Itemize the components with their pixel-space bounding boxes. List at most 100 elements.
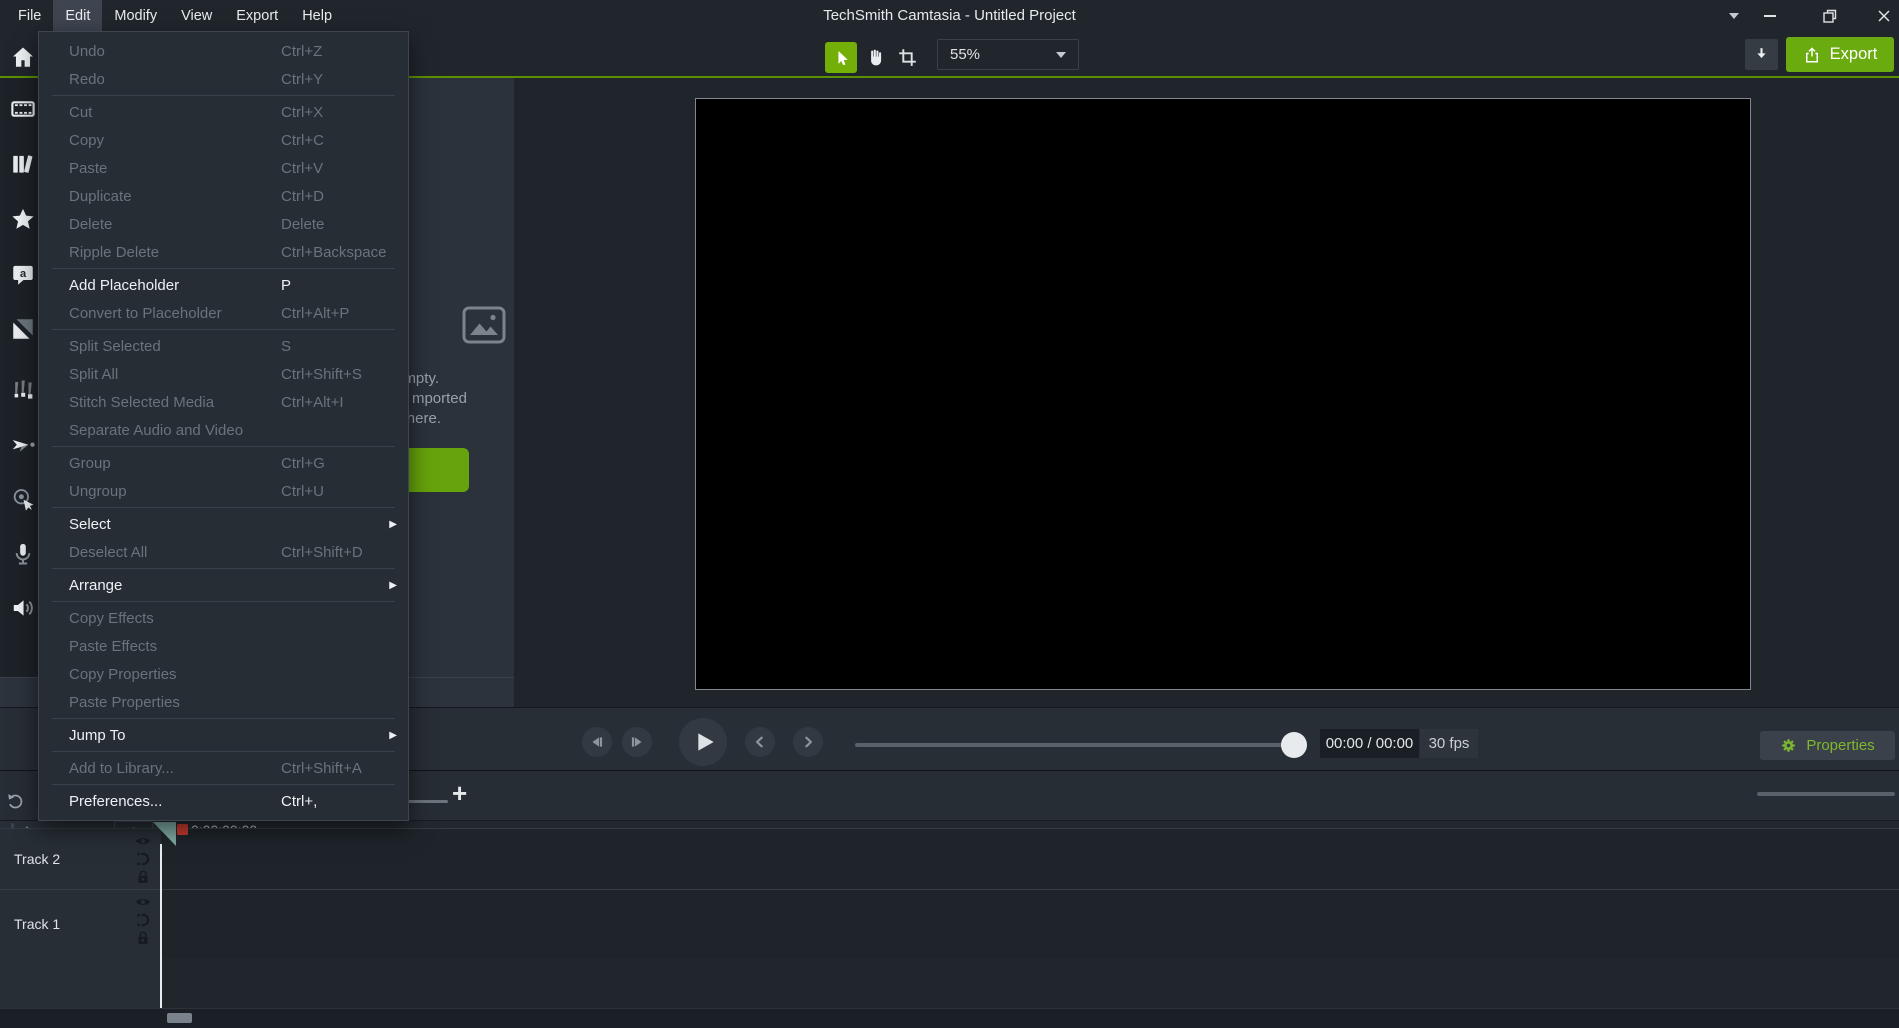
playhead-in-point-marker[interactable]: [177, 824, 188, 835]
minimize-button[interactable]: [1757, 0, 1783, 31]
playback-scrubber[interactable]: [855, 743, 1295, 747]
playhead-line[interactable]: [160, 844, 162, 1008]
sidebar-item-audio-effects[interactable]: [9, 594, 36, 621]
next-clip-button[interactable]: [793, 727, 823, 757]
titlebar-dropdown-button[interactable]: [1721, 0, 1747, 31]
prev-frame-button[interactable]: [582, 727, 612, 757]
scrubber-thumb[interactable]: [1281, 732, 1307, 758]
menu-item-shortcut: Ctrl+V: [281, 160, 323, 177]
menu-item-separate-audio-and-video: Separate Audio and Video: [39, 416, 408, 444]
restore-button[interactable]: [1817, 0, 1843, 31]
magnet-icon: [134, 850, 153, 868]
sidebar-item-animations[interactable]: [9, 432, 36, 459]
track-content-track-2[interactable]: [161, 828, 1899, 889]
menu-item-shortcut: Ctrl+Z: [281, 43, 322, 60]
menu-item-delete: DeleteDelete: [39, 210, 408, 238]
play-button[interactable]: [679, 718, 727, 766]
menu-item-paste-properties: Paste Properties: [39, 688, 408, 716]
next-frame-button[interactable]: [622, 727, 652, 757]
menu-item-arrange[interactable]: Arrange▶: [39, 571, 408, 599]
magnetic-track-button[interactable]: [134, 911, 153, 929]
menu-item-split-all: Split AllCtrl+Shift+S: [39, 360, 408, 388]
menu-item-shortcut: Ctrl+Shift+D: [281, 544, 363, 561]
fps-badge: 30 fps: [1420, 729, 1478, 758]
annotations-icon: a: [10, 261, 36, 287]
preview-canvas[interactable]: [695, 98, 1751, 690]
menu-item-label: Cut: [69, 104, 92, 121]
menu-item-label: Select: [69, 516, 111, 533]
menu-item-deselect-all: Deselect AllCtrl+Shift+D: [39, 538, 408, 566]
menubar-item-file[interactable]: File: [6, 0, 53, 31]
timeline-scrollbar-segment[interactable]: [1757, 792, 1895, 796]
close-button[interactable]: [1871, 0, 1897, 31]
menu-item-shortcut: Ctrl+Shift+S: [281, 366, 362, 383]
track-label[interactable]: Track 2: [14, 851, 60, 867]
prev-clip-button[interactable]: [745, 727, 775, 757]
menu-separator: [52, 446, 395, 447]
sidebar-item-media[interactable]: [9, 95, 36, 122]
pan-tool-button[interactable]: [859, 42, 891, 73]
menu-item-label: Preferences...: [69, 793, 162, 810]
menu-item-label: Paste Effects: [69, 638, 157, 655]
menu-item-add-to-library: Add to Library...Ctrl+Shift+A: [39, 754, 408, 782]
canvas-zoom-select[interactable]: 55%: [937, 39, 1079, 70]
undo-icon: [6, 792, 24, 810]
menu-item-label: Paste: [69, 160, 107, 177]
menu-separator: [52, 601, 395, 602]
export-button-label: Export: [1830, 45, 1878, 64]
menu-item-label: Duplicate: [69, 188, 132, 205]
magnetic-track-button[interactable]: [134, 850, 153, 868]
time-display: 00:00 / 00:00: [1320, 729, 1419, 758]
cursor-arrow-icon: [831, 47, 852, 68]
track-label[interactable]: Track 1: [14, 916, 60, 932]
playhead-handle[interactable]: [151, 821, 177, 847]
menu-item-add-placeholder[interactable]: Add PlaceholderP: [39, 271, 408, 299]
sidebar-item-home[interactable]: [9, 43, 36, 70]
lock-track-button[interactable]: [134, 868, 153, 886]
download-button[interactable]: [1745, 39, 1778, 70]
audio-effects-icon: [10, 595, 36, 621]
undo-button[interactable]: [6, 792, 24, 810]
menu-item-copy-properties: Copy Properties: [39, 660, 408, 688]
menu-item-shortcut: Ctrl+Alt+P: [281, 305, 349, 322]
track-content-track-1[interactable]: [161, 889, 1899, 958]
media-empty-text-line: mported: [412, 389, 467, 409]
properties-button[interactable]: Properties: [1760, 731, 1895, 760]
menubar-item-help[interactable]: Help: [290, 0, 344, 31]
timeline-zoom-in-button[interactable]: +: [452, 778, 467, 809]
menu-item-label: Ungroup: [69, 483, 127, 500]
voice-narration-icon: [10, 541, 36, 567]
timeline-bottom-strip: [0, 1008, 1899, 1028]
export-button[interactable]: Export: [1786, 37, 1894, 72]
menubar-item-view[interactable]: View: [169, 0, 224, 31]
menu-item-label: Stitch Selected Media: [69, 394, 214, 411]
menu-item-label: Undo: [69, 43, 105, 60]
lock-track-button[interactable]: [134, 929, 153, 947]
sidebar-item-annotations[interactable]: a: [9, 260, 36, 287]
menu-item-preferences[interactable]: Preferences...Ctrl+,: [39, 787, 408, 815]
sidebar-item-library[interactable]: [9, 150, 36, 177]
properties-button-label: Properties: [1806, 737, 1874, 754]
chevron-down-icon: [1729, 13, 1739, 19]
sidebar-item-voice-narration[interactable]: [9, 540, 36, 567]
menu-item-jump-to[interactable]: Jump To▶: [39, 721, 408, 749]
sidebar-item-cursor-effects[interactable]: [9, 486, 36, 513]
menubar-item-export[interactable]: Export: [224, 0, 290, 31]
media-empty-text-line: here.: [407, 409, 441, 429]
menu-item-duplicate: DuplicateCtrl+D: [39, 182, 408, 210]
menu-item-label: Add Placeholder: [69, 277, 179, 294]
menu-item-select[interactable]: Select▶: [39, 510, 408, 538]
track-controls: [134, 893, 156, 947]
sidebar-item-behaviors[interactable]: [9, 378, 36, 405]
sidebar-item-transitions[interactable]: [9, 315, 36, 342]
menubar-item-edit[interactable]: Edit: [53, 0, 102, 31]
hide-track-button[interactable]: [134, 893, 153, 911]
menubar-item-modify[interactable]: Modify: [102, 0, 169, 31]
lock-icon: [134, 929, 153, 947]
sidebar-item-favorites[interactable]: [9, 205, 36, 232]
chevron-left-icon: [750, 732, 770, 752]
timeline-horizontal-scrollbar[interactable]: [167, 1013, 192, 1023]
restore-icon: [1823, 9, 1837, 23]
crop-tool-button[interactable]: [891, 42, 923, 73]
select-tool-button[interactable]: [825, 42, 857, 73]
